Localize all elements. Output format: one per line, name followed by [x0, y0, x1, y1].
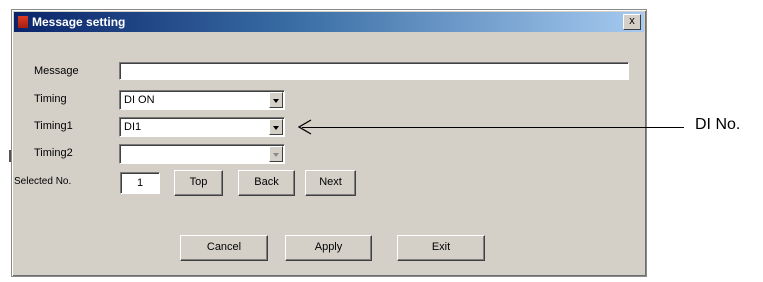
next-button[interactable]: Next: [305, 170, 356, 196]
dialog-title: Message setting: [32, 15, 126, 29]
message-setting-dialog: Message setting x Message Timing DI ON T…: [11, 9, 647, 277]
top-button[interactable]: Top: [174, 170, 223, 196]
timing2-select[interactable]: [119, 144, 285, 164]
timing2-dropdown-icon[interactable]: [269, 146, 283, 162]
timing-dropdown-icon[interactable]: [269, 92, 283, 108]
timing2-label: Timing2: [34, 147, 73, 159]
selected-no-input[interactable]: 1: [120, 172, 160, 194]
timing1-label: Timing1: [34, 120, 73, 132]
edge-mark: [9, 150, 11, 162]
exit-button[interactable]: Exit: [397, 235, 485, 261]
app-icon: [18, 16, 28, 28]
timing-select-value: DI ON: [124, 94, 155, 106]
timing-label: Timing: [34, 93, 67, 105]
timing-select[interactable]: DI ON: [119, 90, 285, 110]
annotation-label: DI No.: [695, 116, 741, 133]
selected-no-label: Selected No.: [14, 176, 72, 187]
title-bar[interactable]: Message setting x: [14, 12, 644, 32]
timing1-select[interactable]: DI1: [119, 117, 285, 137]
annotation-line: [302, 127, 684, 128]
apply-button[interactable]: Apply: [285, 235, 372, 261]
timing1-select-value: DI1: [124, 121, 142, 133]
message-label: Message: [34, 65, 79, 77]
timing1-dropdown-icon[interactable]: [269, 119, 283, 135]
close-button[interactable]: x: [623, 14, 641, 30]
arrow-left-icon: [297, 119, 312, 135]
cancel-button[interactable]: Cancel: [180, 235, 268, 261]
message-input[interactable]: [119, 62, 629, 80]
back-button[interactable]: Back: [238, 170, 295, 196]
